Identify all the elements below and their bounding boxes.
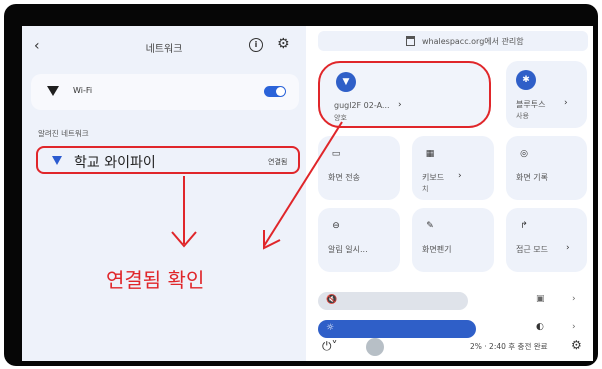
info-icon[interactable]: i <box>249 38 263 52</box>
network-panel-title: 네트워크 <box>145 44 183 55</box>
keyboard-tile-sub: 치 <box>422 185 429 193</box>
gear-icon[interactable]: ⚙ <box>277 36 290 52</box>
night-light-icon[interactable]: ◐ <box>536 322 544 332</box>
wifi-label: Wi-Fi <box>73 86 93 95</box>
avatar[interactable] <box>366 338 384 356</box>
bottom-bar: ⏻˅ 2% · 2:40 후 충전 완료 ⚙ <box>318 336 588 358</box>
wifi-tile-sub: 양호 <box>334 114 347 122</box>
pen-tile[interactable]: ✎ 화면펜기 <box>412 208 494 272</box>
chevron-right-icon[interactable]: › <box>572 322 576 332</box>
wifi-toggle[interactable] <box>264 86 286 97</box>
wifi-icon: ▼ <box>336 72 356 92</box>
chevron-right-icon[interactable]: › <box>564 98 568 108</box>
managed-text: whalespacc.org에서 관리함 <box>422 37 524 46</box>
network-panel: ‹ 네트워크 i ⚙ Wi-Fi 알려진 네트워크 학교 와이파이 연결됨 연결… <box>22 26 306 361</box>
quick-settings-panel: whalespacc.org에서 관리함 ▼ gugl2F 02-A... › … <box>310 26 593 361</box>
wifi-tile[interactable]: ▼ gugl2F 02-A... › 양호 <box>318 61 491 128</box>
known-networks-label: 알려진 네트워크 <box>38 129 89 138</box>
chevron-right-icon[interactable]: › <box>566 243 570 253</box>
screen-record-tile[interactable]: ◎ 화면 기록 <box>506 136 587 200</box>
accessibility-tile[interactable]: ↱ 접근 모드 › <box>506 208 587 272</box>
building-icon <box>406 36 415 46</box>
cast-tile-label: 화면 전송 <box>328 173 360 182</box>
annotation-text: 연결됨 확인 <box>106 268 205 292</box>
pen-tile-label: 화면펜기 <box>422 245 452 254</box>
network-list-item[interactable]: 학교 와이파이 연결됨 <box>36 146 300 174</box>
managed-by-bar[interactable]: whalespacc.org에서 관리함 <box>318 31 588 51</box>
chevron-right-icon[interactable]: › <box>398 100 402 110</box>
screen: ‹ 네트워크 i ⚙ Wi-Fi 알려진 네트워크 학교 와이파이 연결됨 연결… <box>22 26 593 361</box>
pen-icon: ✎ <box>426 221 434 231</box>
keyboard-icon: ▦ <box>425 149 435 159</box>
network-status: 연결됨 <box>268 158 288 166</box>
dnd-icon: ⊖ <box>332 221 340 231</box>
battery-status-text: 2% · 2:40 후 충전 완료 <box>470 342 548 351</box>
screen-record-tile-label: 화면 기록 <box>516 173 548 182</box>
network-name: 학교 와이파이 <box>74 155 156 171</box>
power-icon[interactable]: ⏻˅ <box>322 339 338 354</box>
wifi-tile-label: gugl2F 02-A... <box>334 101 390 110</box>
cast-tile[interactable]: ▭ 화면 전송 <box>318 136 400 200</box>
chevron-right-icon[interactable]: › <box>458 171 462 181</box>
settings-gear-icon[interactable]: ⚙ <box>571 338 582 352</box>
bluetooth-tile-label: 블루투스 <box>516 100 546 109</box>
audio-settings-icon[interactable]: ▣ <box>536 294 545 304</box>
keyboard-tile[interactable]: ▦ 키보드 › 치 <box>412 136 494 200</box>
dnd-tile[interactable]: ⊖ 알림 일시... <box>318 208 400 272</box>
wifi-icon <box>47 86 59 96</box>
accessibility-icon: ↱ <box>520 221 528 231</box>
bluetooth-icon: ✱ <box>516 70 536 90</box>
bluetooth-tile-sub: 사용 <box>516 112 529 120</box>
cast-icon: ▭ <box>331 149 341 159</box>
network-panel-header: ‹ 네트워크 i ⚙ <box>22 26 306 68</box>
bluetooth-tile[interactable]: ✱ 블루투스 › 사용 <box>506 61 587 128</box>
brightness-icon: ☼ <box>326 323 335 333</box>
accessibility-tile-label: 접근 모드 <box>516 245 548 254</box>
dnd-tile-label: 알림 일시... <box>328 245 368 254</box>
volume-muted-icon: 🔇 <box>326 295 338 305</box>
screen-record-icon: ◎ <box>520 149 528 159</box>
chevron-right-icon[interactable]: › <box>572 294 576 304</box>
volume-slider[interactable]: 🔇 <box>318 292 468 310</box>
device-frame: ‹ 네트워크 i ⚙ Wi-Fi 알려진 네트워크 학교 와이파이 연결됨 연결… <box>4 4 598 366</box>
wifi-signal-icon <box>52 156 62 165</box>
wifi-toggle-row[interactable]: Wi-Fi <box>31 74 299 110</box>
keyboard-tile-label: 키보드 <box>422 173 445 182</box>
